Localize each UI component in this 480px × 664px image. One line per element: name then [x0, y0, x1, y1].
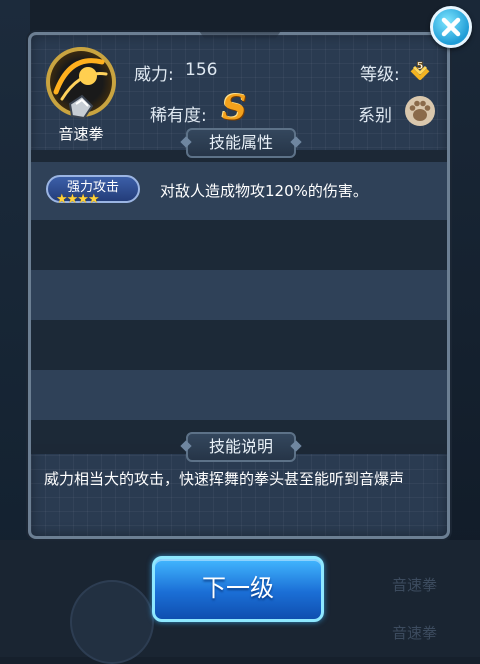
power-label: 威力:	[134, 65, 174, 85]
element-label: 系别	[358, 106, 392, 126]
rarity-label: 稀有度:	[150, 106, 207, 126]
close-button[interactable]	[430, 6, 472, 48]
empty-row	[31, 220, 447, 270]
skill-name: 音速拳	[58, 125, 104, 143]
empty-row	[31, 270, 447, 320]
background-avatar	[70, 580, 154, 664]
attribute-description: 对敌人造成物攻120%的伤害。	[160, 182, 368, 200]
attributes-section-title: 技能属性	[186, 128, 296, 158]
power-value: 156	[185, 60, 218, 80]
close-icon	[441, 17, 461, 37]
rarity-value: S	[222, 88, 247, 128]
background-skill-label: 音速拳	[392, 576, 438, 594]
next-level-button[interactable]: 下一级	[152, 556, 324, 622]
empty-row	[31, 320, 447, 370]
background-skill-label: 音速拳	[392, 624, 438, 642]
skill-description: 威力相当大的攻击，快速挥舞的拳头甚至能听到音爆声	[44, 470, 405, 488]
level-chevron-icon: 5	[410, 61, 430, 80]
attribute-stars: ★★★★	[56, 192, 100, 207]
description-section-title: 技能说明	[186, 432, 296, 462]
level-value: 5	[417, 61, 424, 72]
fist-skill-icon	[46, 47, 116, 120]
empty-row	[31, 370, 447, 420]
paw-icon	[405, 96, 435, 126]
level-label: 等级:	[360, 65, 400, 85]
